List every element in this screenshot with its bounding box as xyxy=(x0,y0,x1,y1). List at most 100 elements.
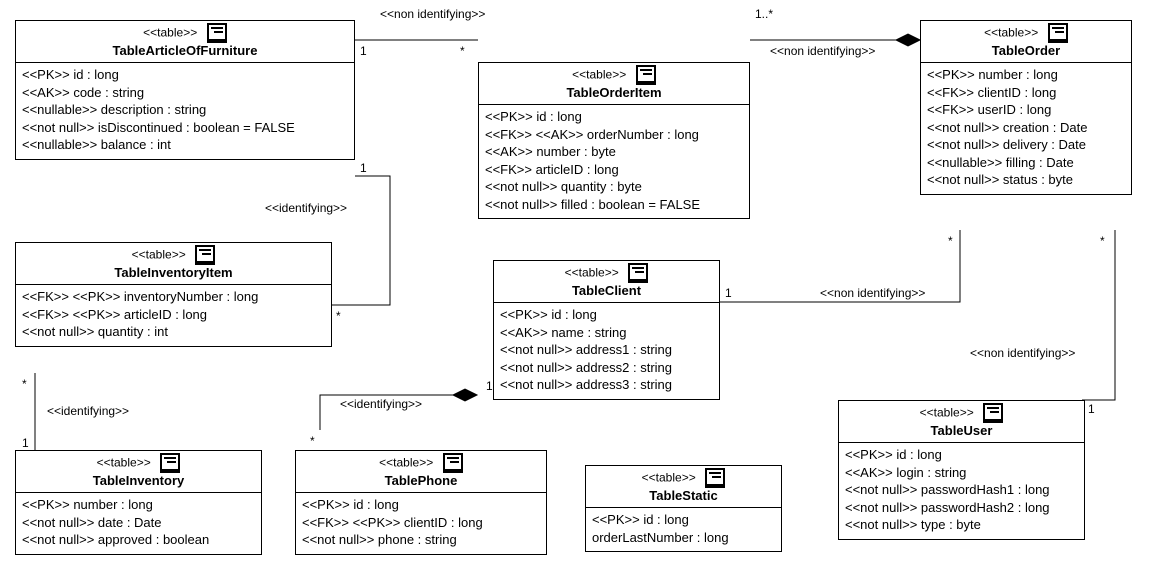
svg-text:<<identifying>>: <<identifying>> xyxy=(340,397,422,411)
table-icon xyxy=(636,65,656,85)
stereotype: <<table>> xyxy=(143,25,197,39)
entity-name: TableStatic xyxy=(649,488,717,503)
attribute: <<not null>> passwordHash2 : long xyxy=(845,499,1078,517)
attribute: <<AK>> code : string xyxy=(22,84,348,102)
svg-text:*: * xyxy=(310,434,315,448)
attribute: <<FK>> articleID : long xyxy=(485,161,743,179)
attribute: <<not null>> status : byte xyxy=(927,171,1125,189)
svg-text:*: * xyxy=(948,234,953,248)
attribute: <<AK>> login : string xyxy=(845,464,1078,482)
table-icon xyxy=(705,468,725,488)
stereotype: <<table>> xyxy=(379,455,433,469)
entity-name: TableOrder xyxy=(992,43,1060,58)
attribute: <<PK>> number : long xyxy=(927,66,1125,84)
attribute: <<nullable>> filling : Date xyxy=(927,154,1125,172)
table-icon xyxy=(983,403,1003,423)
entity-name: TableInventoryItem xyxy=(114,265,232,280)
svg-text:<<identifying>>: <<identifying>> xyxy=(265,201,347,215)
attribute: <<not null>> approved : boolean xyxy=(22,531,255,549)
svg-text:1: 1 xyxy=(360,44,367,58)
entity-name: TableUser xyxy=(931,423,993,438)
svg-text:1: 1 xyxy=(1088,402,1095,416)
table-order-item: <<table>> TableOrderItem <<PK>> id : lon… xyxy=(478,62,750,219)
attribute: <<not null>> type : byte xyxy=(845,516,1078,534)
entity-name: TableArticleOfFurniture xyxy=(113,43,258,58)
attribute: <<not null>> isDiscontinued : boolean = … xyxy=(22,119,348,137)
attribute: <<not null>> delivery : Date xyxy=(927,136,1125,154)
attribute: <<AK>> number : byte xyxy=(485,143,743,161)
svg-text:1: 1 xyxy=(486,379,493,393)
table-icon xyxy=(207,23,227,43)
attribute: orderLastNumber : long xyxy=(592,529,775,547)
attribute: <<PK>> id : long xyxy=(302,496,540,514)
svg-text:<<identifying>>: <<identifying>> xyxy=(47,404,129,418)
svg-text:*: * xyxy=(1100,234,1105,248)
entity-name: TableClient xyxy=(572,283,641,298)
svg-text:1: 1 xyxy=(360,161,367,175)
attribute-list: <<PK>> id : long <<FK>> <<PK>> clientID … xyxy=(296,493,546,554)
attribute-list: <<PK>> id : long orderLastNumber : long xyxy=(586,508,781,551)
attribute: <<not null>> passwordHash1 : long xyxy=(845,481,1078,499)
stereotype: <<table>> xyxy=(132,247,186,261)
er-diagram-canvas: <<non identifying>> 1 * 1..* <<non ident… xyxy=(0,0,1149,588)
attribute: <<PK>> id : long xyxy=(485,108,743,126)
attribute-list: <<PK>> id : long <<AK>> login : string <… xyxy=(839,443,1084,539)
svg-text:*: * xyxy=(460,44,465,58)
attribute: <<not null>> creation : Date xyxy=(927,119,1125,137)
attribute: <<nullable>> description : string xyxy=(22,101,348,119)
attribute-list: <<FK>> <<PK>> inventoryNumber : long <<F… xyxy=(16,285,331,346)
stereotype: <<table>> xyxy=(97,455,151,469)
table-icon xyxy=(443,453,463,473)
attribute-list: <<PK>> id : long <<AK>> name : string <<… xyxy=(494,303,719,399)
attribute: <<not null>> address2 : string xyxy=(500,359,713,377)
attribute-list: <<PK>> id : long <<AK>> code : string <<… xyxy=(16,63,354,159)
table-client: <<table>> TableClient <<PK>> id : long <… xyxy=(493,260,720,400)
entity-name: TableOrderItem xyxy=(566,85,661,100)
table-inventory: <<table>> TableInventory <<PK>> number :… xyxy=(15,450,262,555)
table-icon xyxy=(628,263,648,283)
attribute: <<FK>> <<AK>> orderNumber : long xyxy=(485,126,743,144)
entity-name: TableInventory xyxy=(93,473,185,488)
svg-text:1: 1 xyxy=(725,286,732,300)
attribute: <<not null>> address3 : string xyxy=(500,376,713,394)
attribute: <<PK>> number : long xyxy=(22,496,255,514)
attribute: <<nullable>> balance : int xyxy=(22,136,348,154)
svg-text:1..*: 1..* xyxy=(755,7,773,21)
attribute: <<not null>> quantity : byte xyxy=(485,178,743,196)
attribute: <<AK>> name : string xyxy=(500,324,713,342)
table-order: <<table>> TableOrder <<PK>> number : lon… xyxy=(920,20,1132,195)
stereotype: <<table>> xyxy=(565,265,619,279)
attribute: <<PK>> id : long xyxy=(845,446,1078,464)
attribute-list: <<PK>> number : long <<FK>> clientID : l… xyxy=(921,63,1131,194)
attribute-list: <<PK>> number : long <<not null>> date :… xyxy=(16,493,261,554)
table-static: <<table>> TableStatic <<PK>> id : long o… xyxy=(585,465,782,552)
stereotype: <<table>> xyxy=(920,405,974,419)
table-article-of-furniture: <<table>> TableArticleOfFurniture <<PK>>… xyxy=(15,20,355,160)
table-icon xyxy=(1048,23,1068,43)
table-user: <<table>> TableUser <<PK>> id : long <<A… xyxy=(838,400,1085,540)
attribute: <<FK>> userID : long xyxy=(927,101,1125,119)
stereotype: <<table>> xyxy=(984,25,1038,39)
stereotype: <<table>> xyxy=(572,67,626,81)
attribute: <<FK>> clientID : long xyxy=(927,84,1125,102)
svg-text:<<non identifying>>: <<non identifying>> xyxy=(380,7,485,21)
attribute: <<FK>> <<PK>> articleID : long xyxy=(22,306,325,324)
attribute: <<PK>> id : long xyxy=(22,66,348,84)
table-inventory-item: <<table>> TableInventoryItem <<FK>> <<PK… xyxy=(15,242,332,347)
attribute-list: <<PK>> id : long <<FK>> <<AK>> orderNumb… xyxy=(479,105,749,218)
svg-text:1: 1 xyxy=(22,436,29,450)
svg-text:<<non identifying>>: <<non identifying>> xyxy=(820,286,925,300)
entity-name: TablePhone xyxy=(385,473,458,488)
table-icon xyxy=(160,453,180,473)
attribute: <<not null>> quantity : int xyxy=(22,323,325,341)
svg-text:*: * xyxy=(22,377,27,391)
attribute: <<not null>> date : Date xyxy=(22,514,255,532)
table-phone: <<table>> TablePhone <<PK>> id : long <<… xyxy=(295,450,547,555)
attribute: <<PK>> id : long xyxy=(592,511,775,529)
attribute: <<FK>> <<PK>> clientID : long xyxy=(302,514,540,532)
svg-text:<<non identifying>>: <<non identifying>> xyxy=(770,44,875,58)
attribute: <<not null>> filled : boolean = FALSE xyxy=(485,196,743,214)
attribute: <<FK>> <<PK>> inventoryNumber : long xyxy=(22,288,325,306)
attribute: <<not null>> phone : string xyxy=(302,531,540,549)
svg-text:*: * xyxy=(336,309,341,323)
